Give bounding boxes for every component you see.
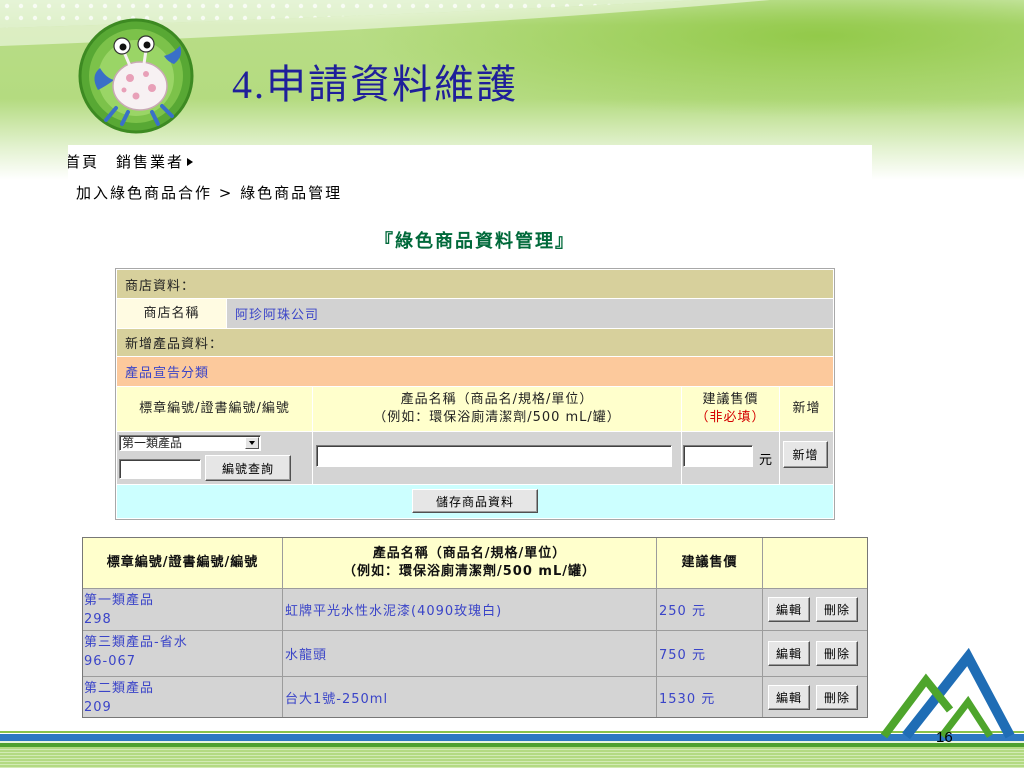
embedded-web-screenshot: 首頁 銷售業者 加入綠色商品合作 > 綠色商品管理 『綠色商品資料管理』 商店資… [68, 145, 872, 730]
arrow-right-icon [187, 158, 194, 166]
breadcrumb[interactable]: 加入綠色商品合作 > 綠色商品管理 [76, 182, 342, 203]
store-name-label: 商店名稱 [143, 305, 200, 321]
list-header-price-text: 建議售價 [681, 555, 738, 570]
price-unit: 元 [759, 453, 773, 468]
row-price: 750 元 [659, 648, 706, 663]
breadcrumb-top: 首頁 銷售業者 [68, 151, 194, 172]
table-row-actions: 編輯 刪除 [763, 677, 867, 717]
store-name-label-cell: 商店名稱 [117, 299, 226, 328]
category-declaration-link[interactable]: 產品宣告分類 [125, 362, 209, 381]
row-product-name: 台大1號-250ml [285, 691, 389, 707]
form-header-name-line2: （例如：環保浴廁清潔劑/500 mL/罐） [373, 410, 621, 425]
row-price: 250 元 [659, 604, 706, 619]
footer-stripes [0, 731, 1024, 768]
price-input[interactable] [683, 445, 753, 467]
mountain-logo [880, 648, 1015, 740]
add-product-form: 商店資料： 商店名稱 阿珍阿珠公司 新增產品資料： 產品宣告分類 標章編號/證書… [115, 268, 835, 520]
store-name-value: 阿珍阿珠公司 [235, 308, 320, 323]
slide-title: 4.申請資料維護 [232, 62, 518, 107]
page-heading: 『綠色商品資料管理』 [375, 231, 575, 252]
row-code: 96-067 [84, 654, 137, 669]
list-header-name-line1: 產品名稱（商品名/規格/單位） [372, 546, 567, 561]
list-header-name-line2: （例如：環保浴廁清潔劑/500 mL/罐） [343, 564, 596, 579]
delete-button[interactable]: 刪除 [816, 684, 858, 710]
edit-button[interactable]: 編輯 [768, 641, 810, 666]
table-row-actions: 編輯 刪除 [763, 589, 867, 630]
table-row-price-cell: 750 元 [657, 631, 762, 676]
store-name-value-cell: 阿珍阿珠公司 [227, 299, 833, 328]
delete-button[interactable]: 刪除 [816, 597, 858, 622]
code-input-cell: 第一類產品 編號查詢 [117, 432, 312, 484]
breadcrumb-top-text[interactable]: 首頁 銷售業者 [68, 153, 184, 171]
category-select[interactable]: 第一類產品 [119, 435, 261, 451]
table-row-code-cell: 第三類產品-省水 96-067 [83, 631, 282, 676]
row-price: 1530 元 [659, 691, 716, 707]
list-header-name: 產品名稱（商品名/規格/單位） （例如：環保浴廁清潔劑/500 mL/罐） [283, 538, 656, 588]
row-code: 209 [84, 700, 112, 715]
form-header-add: 新增 [780, 387, 833, 431]
table-row-name-cell: 虹牌平光水性水泥漆(4090玫瑰白) [283, 589, 656, 630]
page-number: 16 [936, 729, 953, 746]
category-select-value: 第一類產品 [122, 436, 183, 450]
edit-button[interactable]: 編輯 [768, 597, 810, 622]
category-declaration-row: 產品宣告分類 [117, 357, 833, 386]
form-header-price-optional: （非必填） [695, 410, 766, 425]
table-row-name-cell: 水龍頭 [283, 631, 656, 676]
row-product-name: 水龍頭 [285, 648, 328, 663]
table-row-price-cell: 1530 元 [657, 677, 762, 717]
table-row-code-cell: 第二類產品 209 [83, 677, 282, 717]
row-category: 第二類產品 [84, 681, 155, 696]
code-input[interactable] [119, 459, 201, 479]
row-product-name: 虹牌平光水性水泥漆(4090玫瑰白) [285, 604, 503, 619]
store-section-label: 商店資料： [125, 278, 196, 294]
table-row-code-cell: 第一類產品 298 [83, 589, 282, 630]
chevron-down-icon [249, 441, 255, 445]
table-row-price-cell: 250 元 [657, 589, 762, 630]
new-product-section-label: 新增產品資料： [125, 337, 224, 352]
new-product-section-row: 新增產品資料： [117, 329, 833, 356]
form-header-add-text: 新增 [792, 401, 821, 416]
row-code: 298 [84, 612, 112, 627]
form-header-price: 建議售價 （非必填） [682, 387, 779, 431]
row-category: 第一類產品 [84, 593, 155, 608]
edit-button[interactable]: 編輯 [768, 684, 810, 710]
save-row: 儲存商品資料 [117, 485, 833, 518]
save-product-button[interactable]: 儲存商品資料 [412, 489, 538, 513]
crab-mascot-logo [78, 18, 194, 134]
form-header-name: 產品名稱（商品名/規格/單位） （例如：環保浴廁清潔劑/500 mL/罐） [313, 387, 681, 431]
product-list-table: 標章編號/證書編號/編號 產品名稱（商品名/規格/單位） （例如：環保浴廁清潔劑… [82, 537, 868, 718]
form-header-code-text: 標章編號/證書編號/編號 [139, 401, 290, 416]
select-dropdown-button[interactable] [245, 437, 259, 449]
list-header-price: 建議售價 [657, 538, 762, 588]
add-button-cell: 新增 [780, 432, 833, 484]
store-section-row: 商店資料： [117, 270, 833, 298]
form-header-price-line1: 建議售價 [702, 392, 759, 407]
form-header-name-line1: 產品名稱（商品名/規格/單位） [400, 392, 594, 407]
list-header-code-text: 標章編號/證書編號/編號 [106, 555, 259, 570]
row-category: 第三類產品-省水 [84, 635, 188, 650]
table-row-name-cell: 台大1號-250ml [283, 677, 656, 717]
list-header-actions [763, 538, 867, 588]
list-header-code: 標章編號/證書編號/編號 [83, 538, 282, 588]
slide: 4.申請資料維護 首頁 銷售業者 加入綠色商品合作 > 綠色商品管理 『綠色商品… [0, 0, 1024, 768]
product-name-input[interactable] [316, 445, 672, 467]
price-input-cell: 元 [682, 432, 779, 484]
add-product-button[interactable]: 新增 [783, 441, 828, 468]
name-input-cell [313, 432, 681, 484]
form-header-code: 標章編號/證書編號/編號 [117, 387, 312, 431]
delete-button[interactable]: 刪除 [816, 641, 858, 666]
search-code-button[interactable]: 編號查詢 [205, 455, 291, 481]
table-row-actions: 編輯 刪除 [763, 631, 867, 676]
